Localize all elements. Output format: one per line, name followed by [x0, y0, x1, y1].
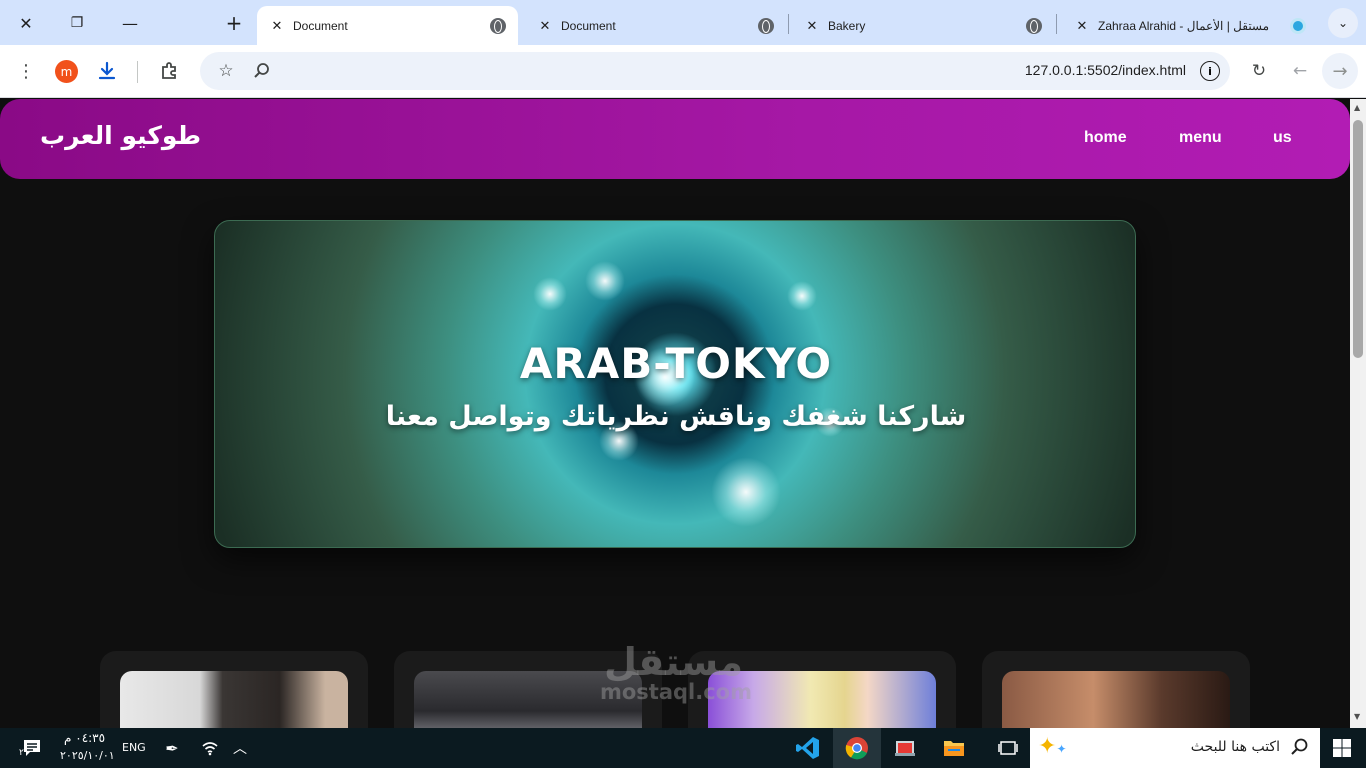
tab-bakery[interactable]: ✕ Bakery: [792, 6, 1054, 45]
hero-sparkle: [585, 261, 625, 301]
tab-close-icon[interactable]: ✕: [1074, 18, 1090, 34]
globe-icon: [758, 17, 774, 34]
zoom-search-icon[interactable]: [248, 57, 276, 85]
search-icon: [1290, 737, 1310, 761]
taskbar-search-box[interactable]: ✦✦ اكتب هنا للبحث: [1030, 728, 1320, 768]
notification-count: ٢: [19, 748, 24, 758]
sparkle-copilot-icon: ✦✦: [1038, 734, 1067, 759]
nav-link-menu[interactable]: menu: [1179, 129, 1222, 147]
tab-title: Document: [561, 18, 616, 33]
clock-date[interactable]: ٢٠٢٥/١٠/٠١: [60, 749, 115, 762]
reload-icon[interactable]: ↻: [1245, 57, 1273, 85]
tray-overflow-chevron-icon[interactable]: ︿: [216, 728, 264, 768]
anime-card[interactable]: [100, 651, 368, 729]
tab-close-icon[interactable]: ✕: [537, 18, 553, 34]
anime-card[interactable]: [982, 651, 1250, 729]
tab-separator: [1056, 14, 1057, 34]
forward-arrow-icon[interactable]: →: [1322, 53, 1358, 89]
back-arrow-icon[interactable]: ←: [1286, 57, 1314, 85]
browser-toolbar: ⋮ m ☆ 127.0.0.1:5502/index.html i ↻ ← →: [0, 45, 1366, 98]
scroll-down-arrow-icon[interactable]: ▼: [1354, 712, 1360, 721]
hero-sparkle: [787, 281, 817, 311]
scroll-thumb[interactable]: [1353, 120, 1363, 358]
vscode-app-icon[interactable]: [784, 728, 832, 768]
toolbar-divider: [137, 61, 138, 83]
tab-title: Bakery: [828, 18, 866, 33]
download-icon[interactable]: [93, 57, 121, 85]
url-text[interactable]: 127.0.0.1:5502/index.html: [1025, 62, 1186, 78]
hero-sparkle: [533, 277, 567, 311]
globe-icon: [490, 17, 506, 34]
address-bar[interactable]: ☆ 127.0.0.1:5502/index.html i: [200, 52, 1230, 90]
bookmark-star-icon[interactable]: ☆: [212, 57, 240, 85]
watermark-latin: mostaql.com: [600, 680, 752, 704]
restore-window-icon[interactable]: ❐: [60, 6, 94, 40]
windows-taskbar: ٢ ٠٤:٣٥ م ٢٠٢٥/١٠/٠١ ENG ✒ ︿ ✦✦ اكتب هنا…: [0, 728, 1366, 768]
card-image: [120, 671, 348, 729]
tab-title: Zahraa Alrahid - مستقل | الأعمال: [1098, 18, 1270, 33]
hero-sparkle: [711, 457, 781, 527]
site-navbar: طوكيو العرب home menu us: [0, 99, 1350, 179]
close-window-icon[interactable]: ✕: [9, 6, 43, 40]
mostaql-favicon-icon: [1290, 17, 1306, 34]
profile-avatar[interactable]: m: [55, 60, 78, 83]
file-explorer-icon[interactable]: [930, 728, 978, 768]
notifications-icon[interactable]: [8, 728, 56, 768]
card-image: [1002, 671, 1230, 729]
site-info-icon[interactable]: i: [1200, 61, 1220, 81]
hero-banner: ARAB-TOKYO شاركنا شغفك وناقش نظرياتك وتو…: [214, 220, 1136, 548]
nav-link-home[interactable]: home: [1084, 129, 1127, 147]
extensions-icon[interactable]: [155, 57, 183, 85]
minimize-window-icon[interactable]: —: [113, 6, 147, 40]
hero-subtitle: شاركنا شغفك وناقش نظرياتك وتواصل معنا: [385, 401, 967, 432]
clock-time[interactable]: ٠٤:٣٥ م: [64, 731, 105, 745]
search-placeholder[interactable]: اكتب هنا للبحث: [1191, 739, 1280, 755]
scroll-up-arrow-icon[interactable]: ▲: [1354, 103, 1360, 112]
chrome-app-icon[interactable]: [833, 728, 881, 768]
tab-document-active[interactable]: ✕ Document: [257, 6, 518, 45]
tab-search-chevron-icon[interactable]: ⌄: [1328, 8, 1358, 38]
mostaql-watermark: مستقل mostaql.com: [600, 640, 752, 704]
language-indicator[interactable]: ENG: [122, 741, 146, 754]
tab-title: Document: [293, 18, 348, 33]
page-viewport: طوكيو العرب home menu us ARAB-TOKYO شارك…: [0, 99, 1350, 729]
nav-link-us[interactable]: us: [1273, 129, 1292, 147]
windows-start-icon[interactable]: [1318, 728, 1366, 768]
photos-app-icon[interactable]: [881, 728, 929, 768]
site-brand[interactable]: طوكيو العرب: [40, 121, 201, 150]
more-menu-icon[interactable]: ⋮: [12, 57, 40, 85]
globe-icon: [1026, 17, 1042, 34]
tab-separator: [788, 14, 789, 34]
tab-strip: ✕ ❐ — + ✕ Document ✕ Document ✕ Bakery ✕…: [0, 0, 1366, 45]
tab-close-icon[interactable]: ✕: [269, 18, 285, 34]
watermark-arabic: مستقل: [604, 640, 743, 684]
hero-title: ARAB-TOKYO: [519, 339, 833, 388]
tab-mostaql[interactable]: ✕ Zahraa Alrahid - مستقل | الأعمال: [1062, 6, 1318, 45]
task-view-icon[interactable]: [984, 728, 1032, 768]
tab-document[interactable]: ✕ Document: [525, 6, 786, 45]
new-tab-button[interactable]: +: [217, 6, 251, 40]
tab-close-icon[interactable]: ✕: [804, 18, 820, 34]
